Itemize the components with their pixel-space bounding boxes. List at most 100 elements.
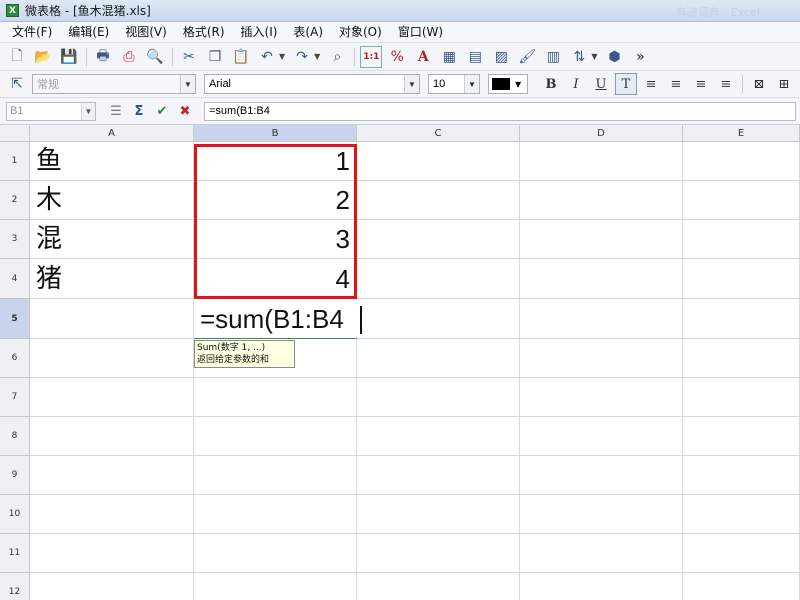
copy-icon[interactable]: ❐ [204, 46, 226, 68]
grid-cell[interactable] [683, 142, 800, 181]
grid-cell[interactable] [357, 495, 520, 534]
paste-icon[interactable]: 📋 [230, 46, 252, 68]
row-header-12[interactable]: 12 [0, 573, 30, 600]
grid-cell[interactable] [357, 417, 520, 456]
grid-cell[interactable] [194, 534, 357, 573]
row-header-10[interactable]: 10 [0, 495, 30, 534]
align-center-icon[interactable]: ≡ [665, 73, 687, 95]
grid-cell[interactable] [30, 339, 194, 378]
chart-icon[interactable]: ▥ [542, 46, 564, 68]
grid-cell[interactable] [30, 495, 194, 534]
object-icon[interactable]: ⬢ [603, 46, 625, 68]
menu-insert[interactable]: 插入(I) [233, 22, 286, 43]
pattern-icon[interactable]: ▨ [490, 46, 512, 68]
text-color-picker[interactable]: ▼ [488, 74, 528, 94]
zoom-100-icon[interactable]: 1:1 [360, 45, 383, 68]
grid-cell[interactable] [357, 456, 520, 495]
grid-cell[interactable] [520, 142, 683, 181]
row-header-5[interactable]: 5 [0, 299, 30, 339]
grid-cell[interactable] [357, 339, 520, 378]
grid-cell[interactable] [683, 534, 800, 573]
grid-cell[interactable] [30, 378, 194, 417]
grid-cell[interactable] [30, 299, 194, 339]
percent-icon[interactable]: % [386, 46, 408, 68]
row-header-8[interactable]: 8 [0, 417, 30, 456]
print-preview-icon[interactable]: 🔍 [144, 46, 166, 68]
menu-window[interactable]: 窗口(W) [390, 22, 451, 43]
grid-cell[interactable] [194, 378, 357, 417]
menu-format[interactable]: 格式(R) [175, 22, 233, 43]
accept-icon[interactable]: ✔ [152, 101, 172, 121]
menu-table[interactable]: 表(A) [285, 22, 331, 43]
font-family-select[interactable]: Arial ▼ [204, 74, 420, 94]
name-box[interactable]: B1 ▼ [6, 101, 96, 121]
grid-cell[interactable] [357, 573, 520, 600]
sort-icon[interactable]: ⇅ [568, 46, 590, 68]
cut-icon[interactable]: ✂ [178, 46, 200, 68]
grid-cell[interactable] [357, 378, 520, 417]
font-color-icon[interactable]: A [412, 46, 434, 68]
grid-cell[interactable] [520, 534, 683, 573]
sort-dropdown-icon[interactable]: ▼ [591, 52, 597, 61]
grid-cell[interactable] [357, 299, 520, 339]
save-icon[interactable]: 💾 [58, 46, 80, 68]
format-painter-icon[interactable]: 🖌 [516, 46, 538, 68]
grid-cell[interactable] [520, 495, 683, 534]
grid-cell[interactable] [520, 339, 683, 378]
grid-cell[interactable] [194, 417, 357, 456]
cell-a1[interactable]: 鱼 [36, 142, 62, 180]
grid-cell[interactable] [194, 573, 357, 600]
grid-cell[interactable] [520, 378, 683, 417]
grid-cell[interactable] [683, 220, 800, 259]
row-header-4[interactable]: 4 [0, 259, 30, 299]
grid-cell[interactable] [520, 220, 683, 259]
cell-a4[interactable]: 猪 [36, 260, 62, 298]
row-header-6[interactable]: 6 [0, 339, 30, 378]
list-icon[interactable]: ☰ [106, 101, 126, 121]
column-header-c[interactable]: C [357, 125, 520, 142]
row-header-1[interactable]: 1 [0, 142, 30, 181]
grid-cell[interactable] [520, 573, 683, 600]
formula-input[interactable]: =sum(B1:B4 [204, 102, 796, 121]
print-icon[interactable]: 🖶 [92, 46, 114, 68]
grid-cell[interactable] [683, 495, 800, 534]
cell-b5-editor[interactable]: =sum(B1:B4 [194, 300, 362, 339]
cell-style-select[interactable]: 常规 ▼ [32, 74, 196, 94]
grid-cell[interactable] [30, 573, 194, 600]
grid-cell[interactable] [683, 339, 800, 378]
grid-cell[interactable] [520, 181, 683, 220]
cell-a2[interactable]: 木 [36, 181, 62, 219]
italic-button[interactable]: I [565, 73, 587, 95]
bold-button[interactable]: B [540, 73, 562, 95]
grid-cell[interactable] [520, 417, 683, 456]
align-right-icon[interactable]: ≡ [690, 73, 712, 95]
justify-icon[interactable]: ≡ [715, 73, 737, 95]
grid-cell[interactable] [683, 456, 800, 495]
grid-cell[interactable] [683, 259, 800, 299]
row-header-7[interactable]: 7 [0, 378, 30, 417]
grid-cell[interactable] [30, 534, 194, 573]
row-header-3[interactable]: 3 [0, 220, 30, 259]
grid-cell[interactable] [357, 534, 520, 573]
text-frame-icon[interactable]: T [615, 73, 637, 95]
pdf-export-icon[interactable]: ⎙ [118, 46, 140, 68]
grid-cell[interactable] [357, 181, 520, 220]
grid-cell[interactable] [683, 573, 800, 600]
cell-a3[interactable]: 混 [36, 220, 62, 258]
find-icon[interactable]: ⌕ [326, 46, 348, 68]
column-header-a[interactable]: A [30, 125, 194, 142]
select-all-corner[interactable] [0, 125, 30, 142]
more-tools-icon[interactable]: » [629, 46, 651, 68]
column-header-e[interactable]: E [683, 125, 800, 142]
row-header-11[interactable]: 11 [0, 534, 30, 573]
select-pointer-icon[interactable]: ⇱ [6, 73, 28, 95]
menu-object[interactable]: 对象(O) [331, 22, 390, 43]
grid-cell[interactable] [357, 259, 520, 299]
cancel-icon[interactable]: ✖ [175, 101, 195, 121]
grid-cell[interactable] [194, 495, 357, 534]
grid-cell[interactable] [520, 259, 683, 299]
border-icon[interactable]: ⊞ [773, 73, 795, 95]
menu-view[interactable]: 视图(V) [117, 22, 175, 43]
menu-file[interactable]: 文件(F) [4, 22, 60, 43]
grid-cell[interactable] [30, 456, 194, 495]
